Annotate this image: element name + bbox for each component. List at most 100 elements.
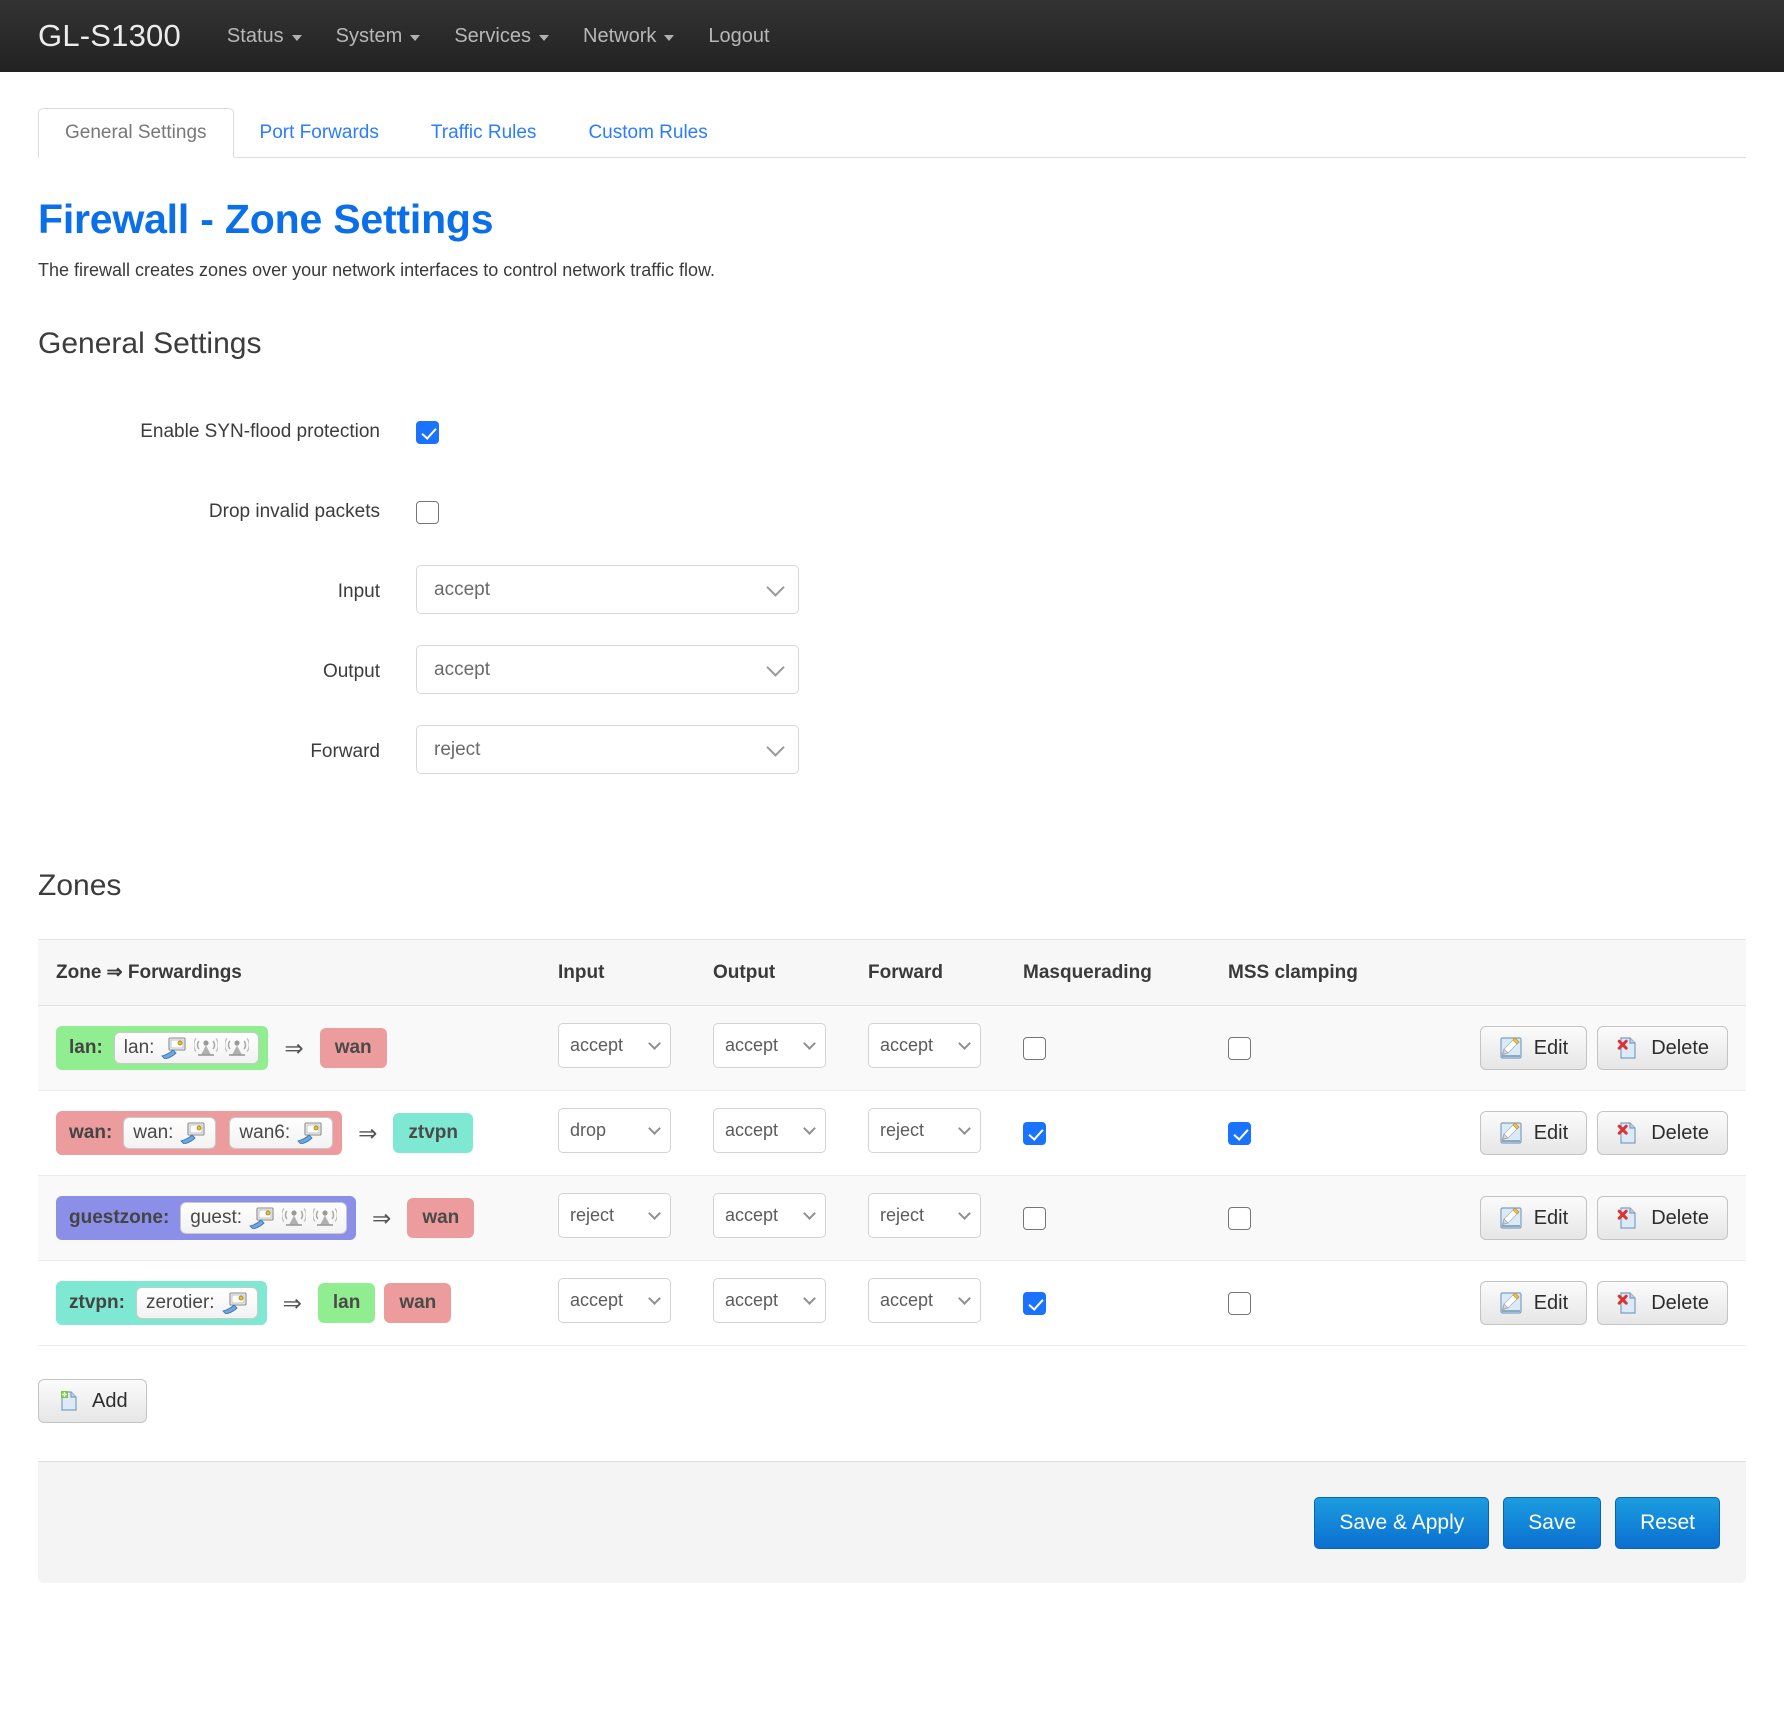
row-forward-select[interactable]: accept xyxy=(868,1278,981,1323)
table-row: guestzone: guest: ⇒ wan reject accept reject Ed… xyxy=(38,1175,1746,1261)
masquerading-checkbox[interactable] xyxy=(1023,1291,1046,1315)
forwarding-destination-badge[interactable]: ztvpn xyxy=(393,1113,474,1153)
zone-source-badge[interactable]: lan: lan: xyxy=(56,1026,269,1070)
output-cell: accept xyxy=(713,1090,868,1176)
edit-icon xyxy=(1500,1292,1522,1314)
nav-item-system-label: System xyxy=(335,24,403,47)
masquerading-checkbox[interactable] xyxy=(1023,1036,1046,1060)
delete-zone-button[interactable]: Delete xyxy=(1597,1026,1728,1070)
brand-logo[interactable]: GL-S1300 xyxy=(38,18,181,54)
nav-item-logout[interactable]: Logout xyxy=(708,25,769,48)
edit-zone-button[interactable]: Edit xyxy=(1479,1196,1588,1240)
mss-clamping-cell xyxy=(1228,1260,1458,1346)
nav-item-system[interactable]: System xyxy=(336,25,421,48)
chevron-down-icon xyxy=(766,737,785,757)
edit-zone-button[interactable]: Edit xyxy=(1479,1111,1588,1155)
row-input-select[interactable]: accept xyxy=(558,1023,671,1068)
delete-zone-button[interactable]: Delete xyxy=(1597,1281,1728,1325)
tab-port-forwards[interactable]: Port Forwards xyxy=(234,109,405,157)
row-input-select[interactable]: reject xyxy=(558,1193,671,1238)
edit-zone-button[interactable]: Edit xyxy=(1479,1026,1588,1070)
forward-policy-select[interactable]: reject xyxy=(416,725,799,774)
add-file-icon xyxy=(61,1391,77,1411)
forwarding-destination-badge[interactable]: wan xyxy=(407,1198,475,1238)
save-button[interactable]: Save xyxy=(1503,1496,1602,1549)
zone-source-badge[interactable]: ztvpn: zerotier: xyxy=(56,1281,267,1325)
interface-tag[interactable]: wan: xyxy=(123,1117,217,1149)
nav-item-network[interactable]: Network xyxy=(583,25,675,48)
row-output-select[interactable]: accept xyxy=(713,1278,826,1323)
row-forward-select[interactable]: accept xyxy=(868,1023,981,1068)
row-output-select[interactable]: accept xyxy=(713,1023,826,1068)
chevron-down-icon xyxy=(958,1291,971,1305)
chevron-down-icon xyxy=(803,1206,816,1220)
row-input-select-value: accept xyxy=(570,1035,624,1055)
masquerading-checkbox[interactable] xyxy=(1023,1121,1046,1145)
zone-source-badge[interactable]: guestzone: guest: xyxy=(56,1196,357,1240)
forwarding-arrow-icon: ⇒ xyxy=(282,1289,302,1316)
row-forward-select-value: reject xyxy=(880,1205,925,1225)
chevron-down-icon xyxy=(958,1121,971,1135)
zone-name-label: lan: xyxy=(69,1037,103,1058)
chevron-down-icon xyxy=(803,1036,816,1050)
row-input-select-value: reject xyxy=(570,1205,615,1225)
nav-item-services[interactable]: Services xyxy=(454,25,550,48)
interface-tag[interactable]: wan6: xyxy=(229,1117,334,1149)
masquerading-cell xyxy=(1023,1260,1228,1346)
add-zone-button[interactable]: Add xyxy=(38,1379,147,1423)
input-policy-select[interactable]: accept xyxy=(416,565,799,614)
forward-policy-value: reject xyxy=(434,739,481,760)
mss-clamping-cell xyxy=(1228,1175,1458,1261)
interface-tag[interactable]: lan: xyxy=(113,1032,260,1064)
delete-zone-label: Delete xyxy=(1651,1036,1709,1059)
wifi-icon xyxy=(313,1208,338,1226)
row-input-select[interactable]: accept xyxy=(558,1278,671,1323)
edit-icon xyxy=(1500,1207,1522,1229)
row-output-select-value: accept xyxy=(725,1120,779,1140)
syn-flood-checkbox[interactable] xyxy=(416,420,439,444)
output-policy-select[interactable]: accept xyxy=(416,645,799,694)
form-row-syn-flood: Enable SYN-flood protection xyxy=(38,403,1746,461)
delete-zone-button[interactable]: Delete xyxy=(1597,1196,1728,1240)
tab-custom-rules[interactable]: Custom Rules xyxy=(562,109,733,157)
interface-tag[interactable]: zerotier: xyxy=(135,1287,258,1319)
forwarding-arrow-icon: ⇒ xyxy=(358,1119,378,1146)
mss-clamping-checkbox[interactable] xyxy=(1228,1036,1251,1060)
save-apply-button[interactable]: Save & Apply xyxy=(1314,1496,1490,1549)
masquerading-checkbox[interactable] xyxy=(1023,1206,1046,1230)
row-output-select-value: accept xyxy=(725,1290,779,1310)
column-header-zone: Zone ⇒ Forwardings xyxy=(38,939,558,1006)
row-output-select[interactable]: accept xyxy=(713,1193,826,1238)
tab-traffic-rules[interactable]: Traffic Rules xyxy=(405,109,563,157)
input-cell: accept xyxy=(558,1005,713,1091)
mss-clamping-cell xyxy=(1228,1090,1458,1176)
masquerading-cell xyxy=(1023,1175,1228,1261)
delete-zone-label: Delete xyxy=(1651,1206,1709,1229)
zone-name-label: ztvpn: xyxy=(69,1292,125,1313)
zone-source-badge[interactable]: wan: wan: wan6: xyxy=(56,1111,343,1155)
row-input-select[interactable]: drop xyxy=(558,1108,671,1153)
chevron-down-icon xyxy=(648,1206,661,1220)
mss-clamping-checkbox[interactable] xyxy=(1228,1121,1251,1145)
row-output-select[interactable]: accept xyxy=(713,1108,826,1153)
forwarding-destination-badge[interactable]: wan xyxy=(384,1283,452,1323)
edit-zone-button[interactable]: Edit xyxy=(1479,1281,1588,1325)
chevron-down-icon xyxy=(766,577,785,597)
nav-item-status[interactable]: Status xyxy=(227,25,302,48)
mss-clamping-checkbox[interactable] xyxy=(1228,1291,1251,1315)
interface-tag[interactable]: guest: xyxy=(180,1202,348,1234)
forwarding-destination-badge[interactable]: lan xyxy=(317,1283,376,1323)
drop-invalid-checkbox[interactable] xyxy=(416,500,439,524)
forwarding-destination-badge[interactable]: wan xyxy=(319,1028,387,1068)
chevron-down-icon xyxy=(803,1291,816,1305)
wifi-icon xyxy=(225,1038,250,1056)
reset-button[interactable]: Reset xyxy=(1615,1496,1720,1549)
ethernet-icon xyxy=(297,1122,322,1144)
delete-zone-button[interactable]: Delete xyxy=(1597,1111,1728,1155)
drop-invalid-label: Drop invalid packets xyxy=(208,501,380,522)
syn-flood-label: Enable SYN-flood protection xyxy=(140,421,380,442)
row-forward-select[interactable]: reject xyxy=(868,1193,981,1238)
row-forward-select[interactable]: reject xyxy=(868,1108,981,1153)
tab-general-settings[interactable]: General Settings xyxy=(38,108,234,158)
mss-clamping-checkbox[interactable] xyxy=(1228,1206,1251,1230)
